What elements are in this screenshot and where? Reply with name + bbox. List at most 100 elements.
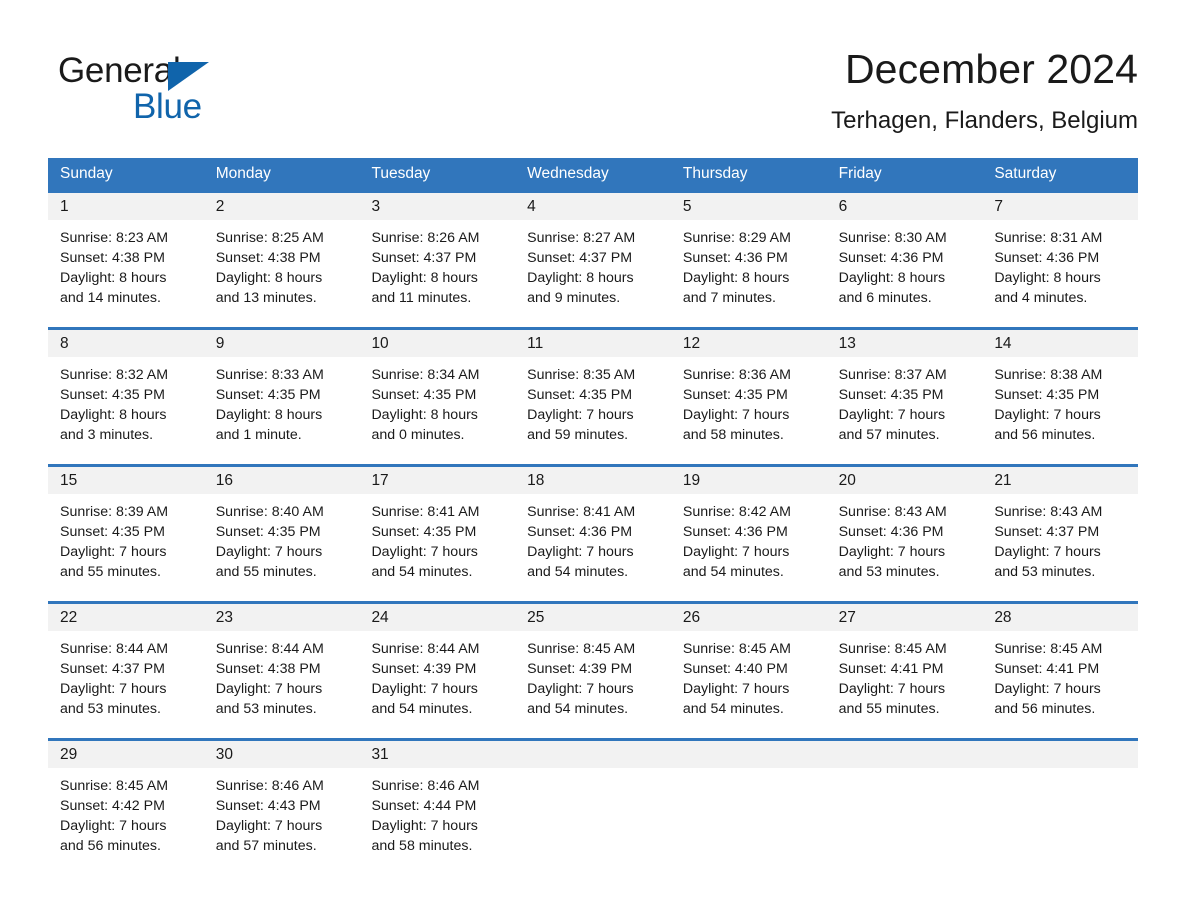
day-number[interactable]: 1: [48, 193, 204, 220]
day-number[interactable]: 18: [515, 467, 671, 494]
day-cell[interactable]: Sunrise: 8:45 AM Sunset: 4:42 PM Dayligh…: [48, 768, 204, 875]
day-cell[interactable]: Sunrise: 8:37 AM Sunset: 4:35 PM Dayligh…: [827, 357, 983, 464]
daylight-line1: Daylight: 8 hours: [371, 407, 478, 423]
daylight-line2: and 0 minutes.: [371, 427, 465, 443]
day-number[interactable]: 7: [982, 193, 1138, 220]
sunset-line: Sunset: 4:36 PM: [527, 524, 633, 540]
day-cell[interactable]: Sunrise: 8:41 AM Sunset: 4:35 PM Dayligh…: [359, 494, 515, 601]
day-cell[interactable]: Sunrise: 8:46 AM Sunset: 4:44 PM Dayligh…: [359, 768, 515, 875]
daylight-line2: and 4 minutes.: [994, 290, 1088, 306]
day-cell[interactable]: Sunrise: 8:45 AM Sunset: 4:39 PM Dayligh…: [515, 631, 671, 738]
day-number[interactable]: 28: [982, 604, 1138, 631]
week-row: 1 2 3 4 5 6 7 Sunrise: 8:23 AM Sunset: 4…: [48, 190, 1138, 327]
day-number[interactable]: 24: [359, 604, 515, 631]
day-cell[interactable]: Sunrise: 8:39 AM Sunset: 4:35 PM Dayligh…: [48, 494, 204, 601]
day-cell[interactable]: Sunrise: 8:43 AM Sunset: 4:36 PM Dayligh…: [827, 494, 983, 601]
day-cell-empty: [671, 768, 827, 875]
day-number[interactable]: 9: [204, 330, 360, 357]
day-number[interactable]: 2: [204, 193, 360, 220]
day-number[interactable]: 10: [359, 330, 515, 357]
day-cell[interactable]: Sunrise: 8:41 AM Sunset: 4:36 PM Dayligh…: [515, 494, 671, 601]
day-cell[interactable]: Sunrise: 8:42 AM Sunset: 4:36 PM Dayligh…: [671, 494, 827, 601]
day-cell[interactable]: Sunrise: 8:44 AM Sunset: 4:38 PM Dayligh…: [204, 631, 360, 738]
day-cell[interactable]: Sunrise: 8:44 AM Sunset: 4:37 PM Dayligh…: [48, 631, 204, 738]
day-cell[interactable]: Sunrise: 8:45 AM Sunset: 4:40 PM Dayligh…: [671, 631, 827, 738]
day-number[interactable]: 20: [827, 467, 983, 494]
day-cell[interactable]: Sunrise: 8:29 AM Sunset: 4:36 PM Dayligh…: [671, 220, 827, 327]
daylight-line2: and 55 minutes.: [838, 701, 940, 717]
day-cell[interactable]: Sunrise: 8:45 AM Sunset: 4:41 PM Dayligh…: [982, 631, 1138, 738]
calendar-page: General Blue December 2024 Terhagen, Fla…: [0, 0, 1188, 918]
day-number-band: 29 30 31: [48, 741, 1138, 768]
daylight-line2: and 57 minutes.: [215, 838, 317, 854]
day-number[interactable]: 25: [515, 604, 671, 631]
day-number[interactable]: 16: [204, 467, 360, 494]
day-cell[interactable]: Sunrise: 8:33 AM Sunset: 4:35 PM Dayligh…: [204, 357, 360, 464]
day-cell[interactable]: Sunrise: 8:36 AM Sunset: 4:35 PM Dayligh…: [671, 357, 827, 464]
day-number[interactable]: 26: [671, 604, 827, 631]
daylight-line2: and 14 minutes.: [60, 290, 161, 306]
day-number[interactable]: 22: [48, 604, 204, 631]
day-cell[interactable]: Sunrise: 8:25 AM Sunset: 4:38 PM Dayligh…: [204, 220, 360, 327]
day-number[interactable]: 4: [515, 193, 671, 220]
generalblue-logo[interactable]: General Blue: [58, 50, 318, 130]
sunrise-line: Sunrise: 8:43 AM: [838, 504, 947, 520]
sunrise-line: Sunrise: 8:26 AM: [371, 230, 480, 246]
day-cell[interactable]: Sunrise: 8:46 AM Sunset: 4:43 PM Dayligh…: [204, 768, 360, 875]
day-number[interactable]: 21: [982, 467, 1138, 494]
sunset-line: Sunset: 4:42 PM: [60, 798, 165, 814]
day-number[interactable]: 3: [359, 193, 515, 220]
daylight-line2: and 58 minutes.: [371, 838, 473, 854]
daylight-line2: and 53 minutes.: [215, 701, 317, 717]
daylight-line1: Daylight: 7 hours: [371, 818, 478, 834]
day-number[interactable]: 14: [982, 330, 1138, 357]
day-number[interactable]: 11: [515, 330, 671, 357]
sunrise-line: Sunrise: 8:45 AM: [60, 778, 169, 794]
week-row: 22 23 24 25 26 27 28 Sunrise: 8:44 AM Su…: [48, 601, 1138, 738]
daylight-line2: and 1 minute.: [215, 427, 302, 443]
week-row: 15 16 17 18 19 20 21 Sunrise: 8:39 AM Su…: [48, 464, 1138, 601]
day-number[interactable]: 29: [48, 741, 204, 768]
day-cell[interactable]: Sunrise: 8:30 AM Sunset: 4:36 PM Dayligh…: [827, 220, 983, 327]
day-cell[interactable]: Sunrise: 8:27 AM Sunset: 4:37 PM Dayligh…: [515, 220, 671, 327]
day-number[interactable]: 27: [827, 604, 983, 631]
day-cell[interactable]: Sunrise: 8:35 AM Sunset: 4:35 PM Dayligh…: [515, 357, 671, 464]
daylight-line1: Daylight: 7 hours: [838, 407, 946, 423]
sunset-line: Sunset: 4:35 PM: [527, 387, 633, 403]
day-cell[interactable]: Sunrise: 8:44 AM Sunset: 4:39 PM Dayligh…: [359, 631, 515, 738]
day-number[interactable]: 12: [671, 330, 827, 357]
day-number[interactable]: 6: [827, 193, 983, 220]
day-cell[interactable]: Sunrise: 8:43 AM Sunset: 4:37 PM Dayligh…: [982, 494, 1138, 601]
day-number-band: 15 16 17 18 19 20 21: [48, 467, 1138, 494]
day-cell[interactable]: Sunrise: 8:32 AM Sunset: 4:35 PM Dayligh…: [48, 357, 204, 464]
day-number[interactable]: 19: [671, 467, 827, 494]
daylight-line2: and 3 minutes.: [60, 427, 154, 443]
day-cell[interactable]: Sunrise: 8:23 AM Sunset: 4:38 PM Dayligh…: [48, 220, 204, 327]
sunset-line: Sunset: 4:36 PM: [838, 524, 944, 540]
daylight-line2: and 53 minutes.: [60, 701, 161, 717]
day-number[interactable]: 13: [827, 330, 983, 357]
day-number[interactable]: 23: [204, 604, 360, 631]
sunrise-line: Sunrise: 8:41 AM: [527, 504, 636, 520]
day-cell[interactable]: Sunrise: 8:31 AM Sunset: 4:36 PM Dayligh…: [982, 220, 1138, 327]
day-number[interactable]: 17: [359, 467, 515, 494]
day-number[interactable]: 8: [48, 330, 204, 357]
day-cell[interactable]: Sunrise: 8:40 AM Sunset: 4:35 PM Dayligh…: [204, 494, 360, 601]
daylight-line1: Daylight: 7 hours: [994, 681, 1101, 697]
day-number[interactable]: 30: [204, 741, 360, 768]
week-body: Sunrise: 8:32 AM Sunset: 4:35 PM Dayligh…: [48, 357, 1138, 464]
day-number[interactable]: 31: [359, 741, 515, 768]
daylight-line1: Daylight: 8 hours: [371, 270, 478, 286]
daylight-line1: Daylight: 7 hours: [60, 818, 167, 834]
day-cell[interactable]: Sunrise: 8:45 AM Sunset: 4:41 PM Dayligh…: [827, 631, 983, 738]
daylight-line2: and 56 minutes.: [994, 427, 1096, 443]
sunrise-line: Sunrise: 8:29 AM: [682, 230, 791, 246]
day-cell[interactable]: Sunrise: 8:38 AM Sunset: 4:35 PM Dayligh…: [982, 357, 1138, 464]
day-number[interactable]: 15: [48, 467, 204, 494]
day-cell-empty: [515, 768, 671, 875]
sunset-line: Sunset: 4:37 PM: [994, 524, 1100, 540]
sunrise-line: Sunrise: 8:45 AM: [838, 641, 947, 657]
day-number[interactable]: 5: [671, 193, 827, 220]
day-cell[interactable]: Sunrise: 8:26 AM Sunset: 4:37 PM Dayligh…: [359, 220, 515, 327]
day-cell[interactable]: Sunrise: 8:34 AM Sunset: 4:35 PM Dayligh…: [359, 357, 515, 464]
